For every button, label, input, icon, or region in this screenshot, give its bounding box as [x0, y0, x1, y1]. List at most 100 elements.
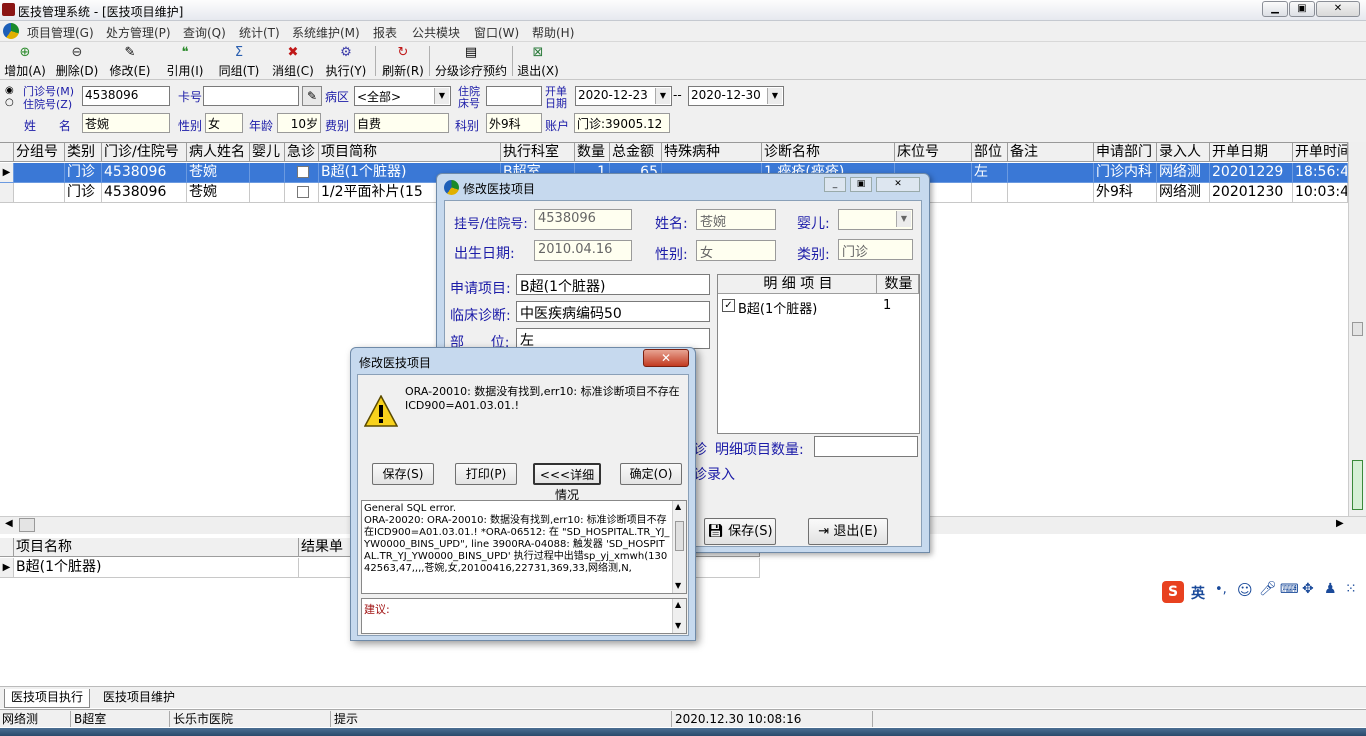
scroll-thumb[interactable]	[19, 518, 35, 532]
col-header-emergency[interactable]: 急诊	[285, 143, 319, 162]
microphone-icon[interactable]: 🎤︎	[1259, 581, 1277, 597]
col-header-bed[interactable]: 床位号	[895, 143, 972, 162]
menu-item-common[interactable]: 公共模块	[412, 24, 460, 41]
add-button[interactable]: ⊕ 增加(A)	[4, 45, 46, 79]
col-header-item-name[interactable]: 项目名称	[14, 538, 299, 557]
radio-inpatient[interactable]: ○	[5, 97, 14, 108]
detail-count-input[interactable]	[814, 436, 918, 457]
exit-button[interactable]: ⇥ 退出(E)	[808, 518, 888, 545]
punctuation-icon[interactable]: •,	[1215, 582, 1227, 597]
skin-icon[interactable]: ♟	[1324, 581, 1337, 597]
menu-item-query[interactable]: 查询(Q)	[183, 24, 226, 41]
age-field: 10岁	[277, 113, 321, 133]
col-header-part[interactable]: 部位	[972, 143, 1008, 162]
dialog-maximize-button[interactable]: ▣	[850, 177, 872, 192]
card-number-input[interactable]	[203, 86, 299, 106]
scroll-up-icon[interactable]: ▲	[675, 600, 681, 609]
referral-appointment-button[interactable]: ▤ 分级诊疗预约	[433, 45, 509, 79]
tab-maintain[interactable]: 医技项目维护	[97, 689, 181, 708]
suggestion-scrollbar[interactable]: ▲ ▼	[672, 599, 686, 633]
col-header-diagnosis[interactable]: 诊断名称	[762, 143, 895, 162]
menu-item-project[interactable]: 项目管理(G)	[27, 24, 94, 41]
col-header-amount[interactable]: 总金额	[610, 143, 662, 162]
error-detail-text[interactable]: General SQL error. ORA-20020: ORA-20010:…	[361, 500, 687, 594]
emoji-icon[interactable]: ☺	[1237, 581, 1253, 599]
scroll-up-icon[interactable]: ▲	[675, 502, 681, 511]
emergency-checkbox-cell[interactable]	[285, 163, 319, 183]
col-header-entered-by[interactable]: 录入人	[1157, 143, 1210, 162]
execute-button[interactable]: ⚙ 执行(Y)	[323, 45, 369, 79]
col-header-exec-dept[interactable]: 执行科室	[501, 143, 575, 162]
error-save-button[interactable]: 保存(S)	[372, 463, 434, 485]
tools-icon[interactable]: ✥	[1302, 581, 1314, 597]
baby-select[interactable]: ▼	[838, 209, 913, 230]
save-button[interactable]: 💾︎ 保存(S)	[704, 518, 776, 545]
menu-item-window[interactable]: 窗口(W)	[474, 24, 519, 41]
apply-item-input[interactable]: B超(1个脏器)	[516, 274, 710, 295]
exit-button[interactable]: ⊠ 退出(X)	[515, 45, 561, 79]
error-details-button[interactable]: <<<详细情况	[533, 463, 601, 502]
col-header-patient-no[interactable]: 门诊/住院号	[102, 143, 187, 162]
menu-item-statistics[interactable]: 统计(T)	[239, 24, 280, 41]
minimize-button[interactable]: ▁	[1262, 1, 1288, 17]
edit-button[interactable]: ✎ 修改(E)	[108, 45, 152, 79]
detail-cell[interactable]: B超(1个脏器)	[14, 558, 299, 578]
grid-menu-icon[interactable]: ⁙	[1345, 581, 1357, 597]
reference-button[interactable]: ❝ 引用(I)	[163, 45, 207, 79]
radio-outpatient[interactable]: ◉	[5, 85, 14, 96]
close-window-button[interactable]: ✕	[1316, 1, 1360, 17]
error-detail-scrollbar[interactable]: ▲ ▼	[672, 501, 686, 593]
col-header-item[interactable]: 项目简称	[319, 143, 501, 162]
col-header-special[interactable]: 特殊病种	[662, 143, 762, 162]
scroll-thumb-green[interactable]	[1352, 460, 1363, 510]
part-input[interactable]: 左	[516, 328, 710, 349]
scroll-down-icon[interactable]: ▼	[675, 621, 681, 630]
menu-item-prescription[interactable]: 处方管理(P)	[106, 24, 171, 41]
col-header-patient-name[interactable]: 病人姓名	[187, 143, 250, 162]
dialog-close-button[interactable]: ✕	[876, 177, 920, 192]
group-button[interactable]: Σ 同组(T)	[216, 45, 262, 79]
col-header-remark[interactable]: 备注	[1008, 143, 1094, 162]
col-header-order-time[interactable]: 开单时间	[1293, 143, 1348, 162]
clinical-diagnosis-input[interactable]: 中医疾病编码50	[516, 301, 710, 322]
date-to-picker[interactable]: 2020-12-30 ▼	[688, 86, 784, 106]
ungroup-button[interactable]: ✖ 消组(C)	[270, 45, 316, 79]
col-header-baby[interactable]: 婴儿	[250, 143, 285, 162]
menu-item-help[interactable]: 帮助(H)	[532, 24, 574, 41]
vertical-scrollbar[interactable]	[1348, 142, 1366, 516]
col-header-type[interactable]: 类别	[65, 143, 102, 162]
date-from-picker[interactable]: 2020-12-23 ▼	[575, 86, 672, 106]
menu-item-report[interactable]: 报表	[373, 24, 397, 41]
list-item[interactable]: ✓ B超(1个脏器) 1	[722, 298, 917, 317]
error-dialog-close-button[interactable]: ✕	[643, 349, 689, 367]
scroll-down-icon[interactable]: ▼	[675, 581, 681, 590]
col-header-apply-dept[interactable]: 申请部门	[1094, 143, 1157, 162]
menu-item-system[interactable]: 系统维护(M)	[292, 24, 360, 41]
patient-number-input[interactable]: 4538096	[82, 86, 170, 106]
maximize-button[interactable]: ▣	[1289, 1, 1315, 17]
col-header-order-date[interactable]: 开单日期	[1210, 143, 1293, 162]
scroll-thumb[interactable]	[675, 521, 684, 551]
ime-logo-icon[interactable]: S	[1162, 581, 1184, 603]
bed-number-input[interactable]	[486, 86, 542, 106]
col-header-qty[interactable]: 数量	[575, 143, 610, 162]
emergency-checkbox[interactable]	[297, 166, 309, 178]
ime-mode[interactable]: 英	[1191, 583, 1205, 603]
tab-execute[interactable]: 医技项目执行	[4, 689, 91, 708]
detail-item-checkbox[interactable]: ✓	[722, 299, 735, 312]
card-reader-icon[interactable]: ✎	[302, 86, 322, 106]
scroll-left-icon[interactable]: ◀	[5, 518, 13, 529]
emergency-checkbox-cell[interactable]	[285, 183, 319, 203]
keyboard-icon[interactable]: ⌨	[1280, 582, 1299, 597]
refresh-button[interactable]: ↻ 刷新(R)	[380, 45, 426, 79]
dialog-minimize-button[interactable]: _	[824, 177, 846, 192]
col-header-group[interactable]: 分组号	[14, 143, 65, 162]
error-ok-button[interactable]: 确定(O)	[620, 463, 682, 485]
suggestion-box[interactable]: 建议: ▲ ▼	[361, 598, 687, 634]
delete-button[interactable]: ⊖ 删除(D)	[55, 45, 99, 79]
scroll-thumb[interactable]	[1352, 322, 1363, 336]
scroll-right-icon[interactable]: ▶	[1336, 518, 1344, 529]
error-print-button[interactable]: 打印(P)	[455, 463, 517, 485]
ward-select[interactable]: <全部> ▼	[354, 86, 451, 106]
emergency-checkbox[interactable]	[297, 186, 309, 198]
